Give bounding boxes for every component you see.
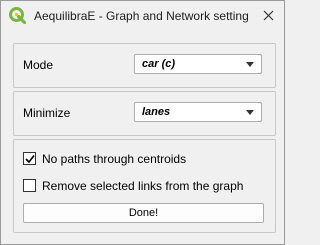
remove-links-label: Remove selected links from the graph xyxy=(42,179,244,193)
chevron-down-icon xyxy=(246,62,254,67)
minimize-group: Minimize lanes xyxy=(13,91,276,136)
mode-combobox[interactable]: car (c) xyxy=(134,54,262,74)
no-paths-checkbox[interactable] xyxy=(23,152,36,165)
mode-group: Mode car (c) xyxy=(13,43,276,88)
options-group: No paths through centroids Remove select… xyxy=(13,139,276,233)
qgis-logo-icon xyxy=(9,7,27,25)
title-bar[interactable]: AequilibraE - Graph and Network setting xyxy=(1,1,284,32)
mode-selected-value: car (c) xyxy=(142,58,176,70)
chevron-down-icon xyxy=(246,110,254,115)
mode-label: Mode xyxy=(23,58,54,72)
window-title: AequilibraE - Graph and Network setting xyxy=(34,9,249,23)
minimize-label: Minimize xyxy=(23,106,71,120)
dialog-window: AequilibraE - Graph and Network setting … xyxy=(0,0,285,245)
done-button[interactable]: Done! xyxy=(23,203,264,223)
close-button[interactable] xyxy=(256,4,281,28)
checkmark-icon xyxy=(25,155,35,164)
minimize-selected-value: lanes xyxy=(142,106,171,118)
remove-links-checkbox[interactable] xyxy=(23,179,36,192)
minimize-combobox[interactable]: lanes xyxy=(134,102,262,122)
no-paths-label: No paths through centroids xyxy=(42,152,187,166)
close-icon xyxy=(263,10,274,21)
